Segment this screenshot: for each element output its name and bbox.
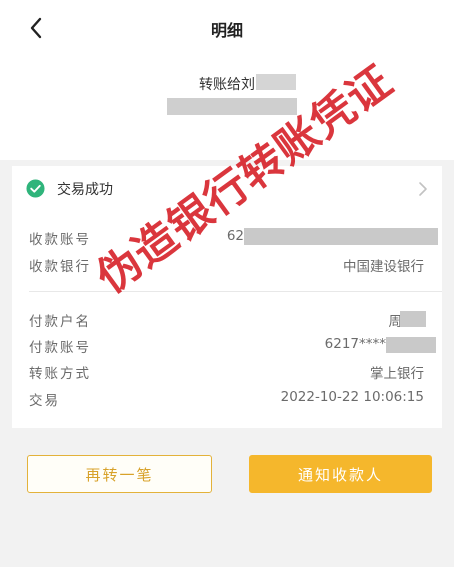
time-value: 2022-10-22 10:06:15	[280, 389, 424, 405]
masked-payer-name	[400, 311, 426, 327]
payee-account-label: 收款账号	[29, 232, 91, 248]
transfer-summary: 转账给刘	[0, 56, 454, 160]
masked-payee-account	[244, 228, 438, 245]
payer-account-row: 付款账号 6217****	[12, 332, 442, 358]
payee-bank-label: 收款银行	[29, 259, 91, 275]
check-circle-icon	[26, 179, 45, 198]
time-row: 交易 2022-10-22 10:06:15	[12, 385, 442, 411]
payee-bank-value: 中国建设银行	[343, 259, 424, 275]
masked-payee-name	[256, 74, 296, 90]
details-card: 交易成功 收款账号 62 收款银行 中国建设银行 付款户名 周 付款账号 621…	[12, 166, 442, 428]
chevron-right-icon	[419, 182, 427, 196]
section-divider	[29, 291, 442, 292]
payer-account-label: 付款账号	[29, 340, 91, 356]
page-title: 明细	[210, 21, 243, 40]
notify-payee-button[interactable]: 通知收款人	[249, 455, 432, 493]
status-text: 交易成功	[57, 182, 113, 198]
masked-amount	[167, 98, 297, 115]
payee-bank-row: 收款银行 中国建设银行	[12, 251, 442, 277]
transfer-again-button[interactable]: 再转一笔	[27, 455, 212, 493]
payer-name-label: 付款户名	[29, 314, 91, 330]
payee-account-value: 62	[226, 228, 244, 244]
payer-account-value: 6217****	[324, 336, 386, 352]
time-label: 交易	[29, 393, 60, 409]
top-bar: 明细	[0, 0, 454, 56]
masked-payer-account	[386, 337, 436, 353]
method-value: 掌上银行	[370, 366, 424, 382]
method-row: 转账方式 掌上银行	[12, 358, 442, 384]
method-label: 转账方式	[29, 366, 91, 382]
payee-account-row: 收款账号 62	[12, 224, 442, 250]
transfer-title: 转账给刘	[199, 77, 255, 93]
status-row[interactable]: 交易成功	[12, 166, 442, 210]
payer-name-row: 付款户名 周	[12, 306, 442, 332]
